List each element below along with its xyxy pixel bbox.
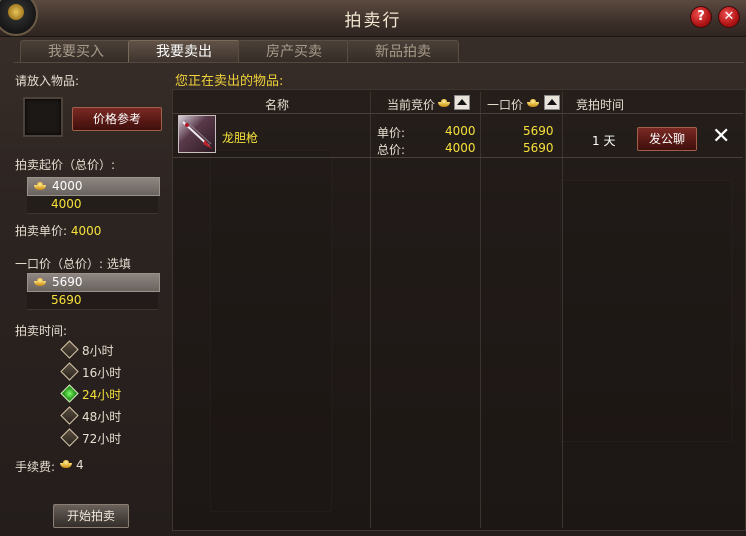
tab-property[interactable]: 房产买卖 (238, 40, 350, 63)
title-bar: 拍卖行 ? ✕ (0, 0, 746, 37)
auction-window: 拍卖行 ? ✕ 我要买入 我要卖出 房产买卖 新品拍卖 请放入物品: 价格参考 … (0, 0, 746, 536)
unit-buyout-value: 5690 (523, 124, 554, 138)
spear-item-icon[interactable] (178, 115, 216, 153)
selling-section-title: 您正在卖出的物品: (175, 74, 284, 89)
unit-price-value: 4000 (70, 224, 102, 238)
remove-listing-icon[interactable]: ✕ (712, 124, 730, 149)
tab-sell[interactable]: 我要卖出 (128, 40, 240, 63)
tab-buy[interactable]: 我要买入 (20, 40, 132, 63)
col-header-time: 竞拍时间 (576, 98, 625, 112)
place-item-label: 请放入物品: (15, 74, 80, 88)
public-chat-button[interactable]: 发公聊 (637, 127, 697, 151)
gold-ingot-icon (34, 182, 46, 190)
fee-label: 手续费: (15, 460, 56, 474)
start-auction-button[interactable]: 开始拍卖 (53, 504, 129, 528)
tab-divider (14, 62, 744, 63)
duration-label: 拍卖时间: (15, 324, 68, 338)
duration-option-24h: 24小时 (82, 388, 122, 402)
duration-radio-8h[interactable] (60, 340, 79, 359)
start-price-total-value: 4000 (51, 197, 82, 211)
buyout-total: 5690 (27, 292, 158, 310)
buyout-total-value: 5690 (51, 293, 82, 307)
duration-radio-16h[interactable] (60, 362, 79, 381)
selling-list-panel (172, 89, 746, 531)
remaining-time: 1 天 (592, 134, 616, 148)
start-price-total: 4000 (27, 196, 158, 214)
total-buyout-value: 5690 (523, 141, 554, 155)
gold-ingot-icon (60, 460, 72, 468)
help-button[interactable]: ? (690, 6, 712, 28)
buyout-price-input[interactable]: 5690 (27, 273, 160, 292)
unit-price-label: 拍卖单价: 4000 (15, 222, 101, 239)
col-header-current-bid: 当前竞价 (387, 98, 436, 112)
duration-radio-48h[interactable] (60, 406, 79, 425)
duration-option-48h: 48小时 (82, 410, 122, 424)
tab-new-auction[interactable]: 新品拍卖 (347, 40, 459, 63)
duration-radio-72h[interactable] (60, 428, 79, 447)
unit-bid-value: 4000 (445, 124, 476, 138)
col-header-buyout: 一口价 (487, 98, 524, 112)
row-divider (173, 157, 743, 158)
buyout-optional-text: 选填 (106, 257, 131, 271)
unit-bid-label: 单价: (377, 126, 406, 140)
total-bid-value: 4000 (445, 141, 476, 155)
sort-current-bid-button[interactable] (454, 95, 470, 110)
buyout-label: 一口价（总价）: 选填 (15, 255, 131, 272)
start-price-input-value: 4000 (52, 179, 83, 193)
gold-ingot-icon (438, 99, 450, 107)
duration-option-72h: 72小时 (82, 432, 122, 446)
close-button[interactable]: ✕ (718, 6, 740, 28)
buyout-label-text: 一口价（总价）: (15, 257, 104, 271)
fee-value: 4 (76, 458, 84, 472)
duration-radio-24h[interactable] (60, 384, 79, 403)
item-slot[interactable] (23, 97, 63, 137)
start-price-label: 拍卖起价（总价）: (15, 158, 116, 172)
item-name: 龙胆枪 (222, 131, 259, 145)
duration-option-8h: 8小时 (82, 344, 114, 358)
start-price-input[interactable]: 4000 (27, 177, 160, 196)
header-divider (173, 113, 743, 114)
unit-price-label-text: 拍卖单价: (15, 224, 68, 238)
window-title: 拍卖行 (344, 11, 402, 31)
total-bid-label: 总价: (377, 143, 406, 157)
gold-ingot-icon (34, 278, 46, 286)
buyout-input-value: 5690 (52, 275, 83, 289)
col-header-name: 名称 (265, 98, 290, 112)
duration-option-16h: 16小时 (82, 366, 122, 380)
gold-ingot-icon (527, 99, 539, 107)
sort-buyout-button[interactable] (544, 95, 560, 110)
price-reference-button[interactable]: 价格参考 (72, 107, 162, 131)
